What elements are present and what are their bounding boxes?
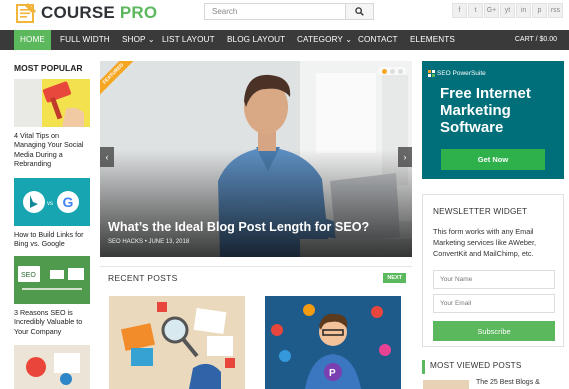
ad-headline: Free Internet Marketing Software (440, 85, 531, 136)
nav-blog-layout[interactable]: BLOG LAYOUT (227, 30, 285, 50)
slider-dot-3[interactable] (397, 68, 403, 74)
popular-post-4[interactable] (14, 345, 90, 389)
newsletter-email-field[interactable] (433, 294, 555, 313)
popular-post-3-thumbnail[interactable]: SEO (14, 256, 90, 304)
nav-full-width[interactable]: FULL WIDTH (60, 30, 110, 50)
nav-category[interactable]: CATEGORY ⌄ (297, 30, 352, 50)
nav-list-layout[interactable]: LIST LAYOUT (162, 30, 215, 50)
slider-prev-button[interactable]: ‹ (100, 147, 114, 167)
svg-text:P: P (329, 368, 336, 379)
site-logo[interactable]: COURSE PRO (14, 2, 157, 24)
cart-link[interactable]: CART / $0.00 (515, 30, 557, 50)
slider-next-button[interactable]: › (398, 147, 412, 167)
search-input[interactable] (205, 4, 345, 19)
search-button[interactable] (345, 4, 373, 19)
most-popular-heading: MOST POPULAR (14, 63, 83, 73)
pinterest-icon[interactable]: p (532, 3, 547, 18)
svg-text:G: G (63, 194, 74, 210)
slider-pagination (378, 67, 406, 75)
popular-post-3-title[interactable]: 3 Reasons SEO is Incredibly Valuable to … (14, 308, 90, 336)
svg-text:vs: vs (47, 201, 53, 207)
svg-text:SEO: SEO (21, 272, 36, 279)
recent-post-1-thumbnail[interactable] (109, 296, 245, 389)
newsletter-widget: NEWSLETTER WIDGET This form works with a… (422, 194, 564, 347)
facebook-icon[interactable]: f (452, 3, 467, 18)
youtube-icon[interactable]: yt (500, 3, 515, 18)
popular-post-1-title[interactable]: 4 Vital Tips on Managing Your Social Med… (14, 131, 90, 168)
newsletter-description: This form works with any Email Marketing… (433, 227, 537, 259)
ad-brand-name: SEO PowerSuite (437, 70, 486, 77)
most-viewed-post-1-thumbnail[interactable] (423, 380, 469, 389)
popular-post-3[interactable]: SEO 3 Reasons SEO is Incredibly Valuable… (14, 256, 90, 336)
seo-powersuite-ad[interactable]: SEO PowerSuite Free Internet Marketing S… (422, 61, 564, 179)
slide-meta: SEO HACKS • JUNE 13, 2018 (108, 239, 189, 245)
main-nav: HOME FULL WIDTH SHOP ⌄ LIST LAYOUT BLOG … (0, 30, 569, 50)
recent-posts-header: RECENT POSTS NEXT (100, 266, 412, 288)
newsletter-heading: NEWSLETTER WIDGET (433, 207, 528, 216)
twitter-icon[interactable]: t (468, 3, 483, 18)
powersuite-logo-icon (428, 70, 435, 77)
most-viewed-heading: MOST VIEWED POSTS (430, 361, 522, 370)
ad-get-now-button[interactable]: Get Now (441, 149, 545, 170)
search-icon (355, 7, 364, 16)
nav-contact[interactable]: CONTACT (358, 30, 398, 50)
logo-text: COURSE PRO (41, 3, 157, 23)
newsletter-name-field[interactable] (433, 270, 555, 289)
popular-post-1[interactable]: 4 Vital Tips on Managing Your Social Med… (14, 79, 90, 168)
nav-elements[interactable]: ELEMENTS (410, 30, 455, 50)
nav-home[interactable]: HOME (14, 30, 51, 50)
social-links: f t G+ yt in p rss (452, 3, 563, 18)
slide-category[interactable]: SEO HACKS (108, 239, 143, 245)
recent-next-button[interactable]: NEXT (383, 273, 406, 283)
popular-post-2-title[interactable]: How to Build Links for Bing vs. Google (14, 230, 90, 249)
logo-word-pro: PRO (119, 3, 158, 22)
most-viewed-post-1-title[interactable]: The 25 Best Blogs & (476, 379, 540, 386)
popular-post-4-thumbnail[interactable] (14, 345, 90, 389)
site-header: COURSE PRO f t G+ yt in p rss (0, 0, 569, 28)
logo-word-course: COURSE (41, 3, 115, 22)
nav-shop[interactable]: SHOP ⌄ (122, 30, 155, 50)
logo-mark-icon (14, 2, 38, 24)
popular-post-1-thumbnail[interactable] (14, 79, 90, 127)
featured-slider[interactable]: FEATURED ‹ › What’s the Ideal Blog Post … (100, 61, 412, 257)
slide-date: JUNE 13, 2018 (148, 239, 190, 245)
newsletter-subscribe-button[interactable]: Subscribe (433, 321, 555, 341)
recent-post-2-thumbnail[interactable]: P (265, 296, 401, 389)
most-viewed-header: MOST VIEWED POSTS (422, 360, 564, 374)
linkedin-icon[interactable]: in (516, 3, 531, 18)
slide-title[interactable]: What’s the Ideal Blog Post Length for SE… (108, 220, 369, 234)
slider-dot-2[interactable] (389, 68, 395, 74)
slider-dot-1[interactable] (381, 68, 387, 74)
popular-post-2[interactable]: vs G How to Build Links for Bing vs. Goo… (14, 178, 90, 249)
rss-icon[interactable]: rss (548, 3, 563, 18)
popular-post-2-thumbnail[interactable]: vs G (14, 178, 90, 226)
google-plus-icon[interactable]: G+ (484, 3, 499, 18)
recent-posts-heading: RECENT POSTS (108, 273, 178, 283)
ad-brand: SEO PowerSuite (428, 70, 486, 77)
search-box (204, 3, 374, 20)
